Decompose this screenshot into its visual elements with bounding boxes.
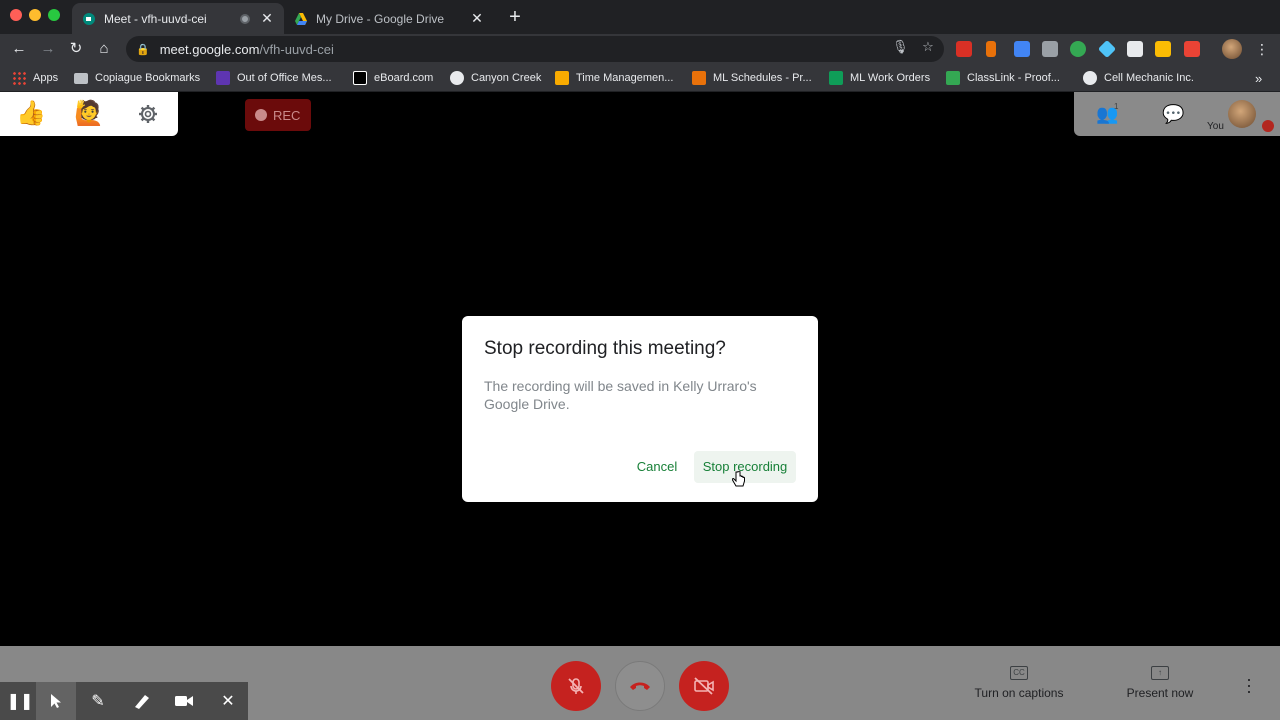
raise-hand-icon[interactable]: 🙋	[74, 100, 104, 128]
leave-call-button[interactable]	[615, 661, 665, 711]
profile-avatar[interactable]	[1222, 39, 1242, 59]
pause-icon[interactable]: ❚❚	[0, 682, 40, 720]
recording-badge: REC	[245, 99, 311, 131]
tab-title: My Drive - Google Drive	[316, 11, 445, 26]
browser-menu-icon[interactable]: ⋮	[1252, 39, 1272, 59]
pen-icon[interactable]: ✎	[78, 682, 118, 720]
reactions-toolbar: 👍 🙋	[0, 92, 178, 136]
tab-close-icon[interactable]: ✕	[470, 10, 484, 27]
classlink-icon	[946, 71, 960, 85]
record-dot-icon	[255, 109, 267, 121]
window-close-button[interactable]	[10, 9, 22, 21]
muted-badge-icon	[1262, 120, 1274, 132]
home-icon[interactable]: ⌂	[94, 39, 114, 59]
bookmarks-bar: Apps Copiague Bookmarks Out of Office Me…	[0, 64, 1280, 92]
extension-icon[interactable]	[1097, 39, 1117, 59]
browser-toolbar: ← → ↻ ⌂ 🔒 meet.google.com/vfh-uuvd-cei 🎙…	[0, 34, 1280, 64]
dialog-message: The recording will be saved in Kelly Urr…	[484, 378, 757, 412]
present-screen-icon: ↑	[1151, 666, 1169, 680]
address-bar[interactable]: 🔒 meet.google.com/vfh-uuvd-cei	[126, 36, 944, 62]
list-icon	[216, 71, 230, 85]
globe-icon	[450, 71, 464, 85]
present-now-button[interactable]: ↑ Present now	[1118, 666, 1202, 700]
camera-off-button[interactable]	[679, 661, 729, 711]
captions-button[interactable]: CC Turn on captions	[970, 666, 1068, 700]
self-label: You	[1207, 121, 1224, 132]
new-tab-button[interactable]: +	[506, 6, 524, 28]
tab-close-icon[interactable]: ✕	[260, 10, 274, 27]
extension-download-icon[interactable]	[1014, 41, 1030, 57]
recording-indicator-icon	[240, 13, 250, 24]
folder-icon	[74, 72, 88, 84]
close-icon[interactable]: ✕	[208, 682, 248, 720]
meet-favicon-icon	[83, 12, 95, 25]
hang-up-icon	[630, 682, 650, 690]
extension-icon[interactable]	[1070, 41, 1086, 57]
extension-icon[interactable]	[1184, 41, 1200, 57]
window-minimize-button[interactable]	[29, 9, 41, 21]
url-path: /vfh-uuvd-cei	[259, 41, 334, 57]
calendar-icon	[555, 71, 569, 85]
bookmark-item[interactable]: Out of Office Mes...	[216, 69, 332, 87]
bookmark-folder[interactable]: Copiague Bookmarks	[74, 69, 200, 87]
forward-arrow-icon[interactable]: →	[38, 39, 58, 59]
participants-header: 👥 1 💬 You	[1074, 92, 1280, 136]
video-camera-icon[interactable]	[164, 682, 204, 720]
tab-google-drive[interactable]: My Drive - Google Drive ✕	[284, 3, 494, 34]
dialog-title: Stop recording this meeting?	[484, 338, 726, 359]
eboard-icon	[353, 71, 367, 85]
extension-icon[interactable]	[1127, 41, 1143, 57]
avatar	[1228, 100, 1256, 128]
extension-icon[interactable]	[956, 41, 972, 57]
chat-icon[interactable]: 💬	[1162, 104, 1184, 125]
participant-count: 1	[1114, 102, 1119, 111]
pointer-icon[interactable]	[36, 682, 76, 720]
cancel-button[interactable]: Cancel	[630, 451, 684, 483]
lock-icon: 🔒	[136, 43, 150, 56]
tab-title: Meet - vfh-uuvd-cei	[104, 11, 207, 26]
apps-grid-icon	[12, 71, 26, 85]
camera-off-icon	[694, 677, 714, 695]
extension-icon[interactable]	[1042, 41, 1058, 57]
captions-icon: CC	[1010, 666, 1028, 680]
more-options-icon[interactable]: · · ·	[1246, 670, 1252, 700]
marker-icon	[135, 695, 149, 709]
tab-meet[interactable]: Meet - vfh-uuvd-cei ✕	[72, 3, 284, 34]
arrow-pointer-icon	[51, 694, 61, 708]
highlighter-icon[interactable]	[122, 682, 162, 720]
bookmark-star-icon[interactable]: ☆	[920, 39, 936, 55]
microphone-icon[interactable]: 🎙	[892, 39, 909, 55]
window-zoom-button[interactable]	[48, 9, 60, 21]
bookmark-item[interactable]: ClassLink - Proof...	[946, 69, 1060, 87]
bookmark-apps[interactable]: Apps	[12, 69, 58, 87]
globe-icon	[1083, 71, 1097, 85]
extension-thumbs-icon[interactable]	[1155, 41, 1171, 57]
bookmark-item[interactable]: Cell Mechanic Inc.	[1083, 69, 1194, 87]
bookmark-item[interactable]: ML Work Orders	[829, 69, 930, 87]
camera-icon	[175, 696, 193, 706]
browser-tab-strip: Meet - vfh-uuvd-cei ✕ My Drive - Google …	[0, 0, 1280, 34]
bookmark-item[interactable]: Canyon Creek	[450, 69, 541, 87]
microphone-off-button[interactable]	[551, 661, 601, 711]
microphone-off-icon	[568, 678, 584, 694]
bookmark-item[interactable]: ML Schedules - Pr...	[692, 69, 812, 87]
hand-cursor-icon	[732, 471, 745, 487]
reload-icon[interactable]: ↻	[66, 39, 86, 59]
annotation-toolbar: ❚❚ ✎ ✕	[0, 682, 248, 720]
thumbs-up-icon[interactable]: 👍	[16, 100, 46, 128]
bookmark-item[interactable]: eBoard.com	[353, 69, 433, 87]
spreadsheet-icon	[829, 71, 843, 85]
bookmark-item[interactable]: Time Managemen...	[555, 69, 673, 87]
stop-recording-dialog: Stop recording this meeting? The recordi…	[462, 316, 818, 502]
schedule-icon	[692, 71, 706, 85]
extension-icon[interactable]	[986, 41, 996, 57]
drive-favicon-icon	[295, 12, 307, 25]
bookmarks-overflow-icon[interactable]: »	[1255, 69, 1262, 87]
gear-icon[interactable]	[138, 104, 158, 124]
url-host: meet.google.com	[159, 41, 260, 57]
back-arrow-icon[interactable]: ←	[9, 39, 29, 59]
